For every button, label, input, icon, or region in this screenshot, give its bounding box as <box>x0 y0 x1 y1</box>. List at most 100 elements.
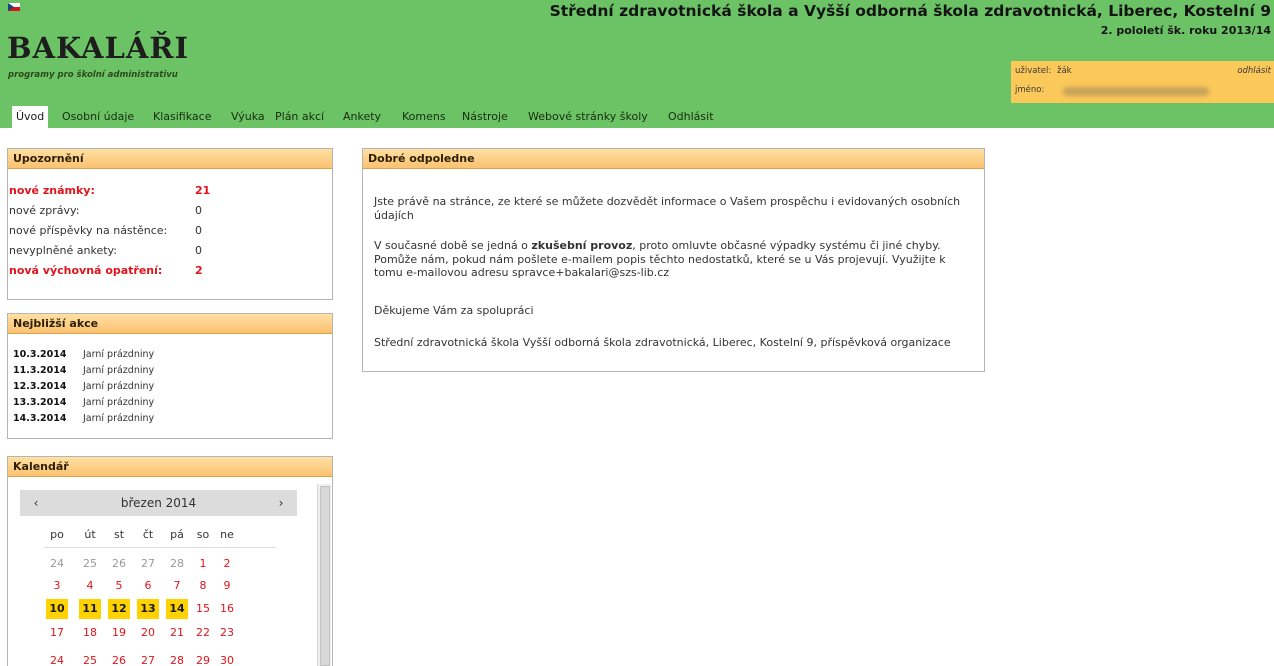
calendar-day[interactable]: 24 <box>46 554 68 574</box>
alert-value: 2 <box>195 264 203 277</box>
calendar-day[interactable]: 24 <box>46 651 68 666</box>
calendar-day[interactable]: 19 <box>108 623 130 643</box>
alert-label: nové známky: <box>9 184 95 197</box>
events-title: Nejbližší akce <box>8 314 332 334</box>
weekday-label: so <box>196 528 210 541</box>
calendar-day-event[interactable]: 10 <box>46 599 68 619</box>
welcome-panel: Dobré odpoledne Jste právě na stránce, z… <box>362 148 985 372</box>
calendar-day-event[interactable]: 12 <box>108 599 130 619</box>
calendar-day[interactable]: 9 <box>216 576 238 596</box>
event-name: Jarní prázdniny <box>83 413 155 424</box>
calendar-day[interactable]: 15 <box>192 599 214 619</box>
user-box: uživatel: žák jméno: odhlásit <box>1011 61 1274 103</box>
calendar-day[interactable]: 17 <box>46 623 68 643</box>
alert-label: nové příspěvky na nástěnce: <box>9 224 168 237</box>
alert-value: 21 <box>195 184 211 197</box>
event-item[interactable]: 14.3.2014 Jarní prázdniny <box>13 413 154 424</box>
calendar-day[interactable]: 25 <box>79 554 101 574</box>
calendar-day-event[interactable]: 11 <box>79 599 101 619</box>
nav-item-ankety[interactable]: Ankety <box>343 106 381 128</box>
calendar-day[interactable]: 22 <box>192 623 214 643</box>
logo: BAKALÁŘI <box>7 31 190 65</box>
calendar-day-event[interactable]: 14 <box>166 599 188 619</box>
main-nav: Úvod Osobní údaje Klasifikace Výuka Plán… <box>0 106 1274 130</box>
user-value: žák <box>1057 66 1072 76</box>
calendar-divider <box>44 547 276 548</box>
welcome-thanks: Děkujeme Vám za spolupráci <box>374 304 534 317</box>
event-item[interactable]: 11.3.2014 Jarní prázdniny <box>13 365 154 376</box>
alert-row-surveys[interactable]: nevyplněné ankety: 0 <box>9 244 202 257</box>
alert-row-noticeboard[interactable]: nové příspěvky na nástěnce: 0 <box>9 224 202 237</box>
event-name: Jarní prázdniny <box>83 349 155 360</box>
event-date: 12.3.2014 <box>13 381 67 392</box>
alert-row-new-grades[interactable]: nové známky: 21 <box>9 184 210 197</box>
event-item[interactable]: 13.3.2014 Jarní prázdniny <box>13 397 154 408</box>
event-name: Jarní prázdniny <box>83 365 155 376</box>
calendar-day[interactable]: 27 <box>137 651 159 666</box>
calendar-day-event[interactable]: 13 <box>137 599 159 619</box>
calendar-day[interactable]: 30 <box>216 651 238 666</box>
calendar-day[interactable]: 8 <box>192 576 214 596</box>
calendar-day[interactable]: 23 <box>216 623 238 643</box>
weekday-label: pá <box>170 528 184 541</box>
nav-item-webove-stranky[interactable]: Webové stránky školy <box>528 106 648 128</box>
nav-item-uvod[interactable]: Úvod <box>12 106 49 130</box>
alert-row-disciplinary[interactable]: nová výchovná opatření: 2 <box>9 264 203 277</box>
calendar-day[interactable]: 7 <box>166 576 188 596</box>
event-item[interactable]: 10.3.2014 Jarní prázdniny <box>13 349 154 360</box>
weekday-label: po <box>50 528 64 541</box>
nav-item-nastroje[interactable]: Nástroje <box>462 106 508 128</box>
event-date: 10.3.2014 <box>13 349 67 360</box>
nav-item-komens[interactable]: Komens <box>402 106 446 128</box>
nav-item-klasifikace[interactable]: Klasifikace <box>153 106 211 128</box>
header: BAKALÁŘI programy pro školní administrat… <box>0 0 1274 111</box>
nav-item-osobni-udaje[interactable]: Osobní údaje <box>62 106 134 128</box>
scrollbar-thumb[interactable] <box>320 486 330 666</box>
nav-item-plan-akci[interactable]: Plán akcí <box>275 106 324 128</box>
logo-subtitle: programy pro školní administrativu <box>8 70 178 80</box>
calendar-day[interactable]: 26 <box>108 554 130 574</box>
user-label: uživatel: <box>1015 66 1052 76</box>
alert-label: nová výchovná opatření: <box>9 264 163 277</box>
calendar-day[interactable]: 27 <box>137 554 159 574</box>
event-name: Jarní prázdniny <box>83 397 155 408</box>
weekday-label: čt <box>142 528 154 541</box>
calendar-day[interactable]: 1 <box>192 554 214 574</box>
term-label: 2. pololetí šk. roku 2013/14 <box>1100 24 1271 37</box>
event-name: Jarní prázdniny <box>83 381 155 392</box>
logout-link[interactable]: odhlásit <box>1237 66 1271 76</box>
calendar-month-title: březen 2014 <box>120 496 197 510</box>
czech-flag-icon[interactable] <box>8 3 20 11</box>
calendar-day[interactable]: 26 <box>108 651 130 666</box>
calendar-day[interactable]: 28 <box>166 554 188 574</box>
calendar-day[interactable]: 29 <box>192 651 214 666</box>
chevron-left-icon[interactable]: ‹ <box>26 490 46 516</box>
calendar-day[interactable]: 3 <box>46 576 68 596</box>
calendar-day[interactable]: 21 <box>166 623 188 643</box>
calendar-day[interactable]: 2 <box>216 554 238 574</box>
alert-label: nevyplněné ankety: <box>9 244 117 257</box>
calendar-day[interactable]: 5 <box>108 576 130 596</box>
chevron-right-icon[interactable]: › <box>271 490 291 516</box>
calendar-scrollbar[interactable] <box>317 484 331 666</box>
name-label: jméno: <box>1015 85 1045 95</box>
nav-item-vyuka[interactable]: Výuka <box>231 106 265 128</box>
event-date: 13.3.2014 <box>13 397 67 408</box>
welcome-title: Dobré odpoledne <box>363 149 984 169</box>
notice-text-start: V současné době se jedná o <box>374 239 532 252</box>
event-date: 14.3.2014 <box>13 413 67 424</box>
calendar-day[interactable]: 28 <box>166 651 188 666</box>
nav-item-odhlasit[interactable]: Odhlásit <box>668 106 714 128</box>
weekday-label: st <box>113 528 125 541</box>
calendar-day[interactable]: 18 <box>79 623 101 643</box>
alert-value: 0 <box>195 224 202 237</box>
alert-value: 0 <box>195 204 202 217</box>
calendar-day[interactable]: 25 <box>79 651 101 666</box>
calendar-day[interactable]: 6 <box>137 576 159 596</box>
calendar-day[interactable]: 4 <box>79 576 101 596</box>
alert-row-new-messages[interactable]: nové zprávy: 0 <box>9 204 202 217</box>
calendar-day[interactable]: 20 <box>137 623 159 643</box>
calendar-day[interactable]: 16 <box>216 599 238 619</box>
event-item[interactable]: 12.3.2014 Jarní prázdniny <box>13 381 154 392</box>
alert-value: 0 <box>195 244 202 257</box>
